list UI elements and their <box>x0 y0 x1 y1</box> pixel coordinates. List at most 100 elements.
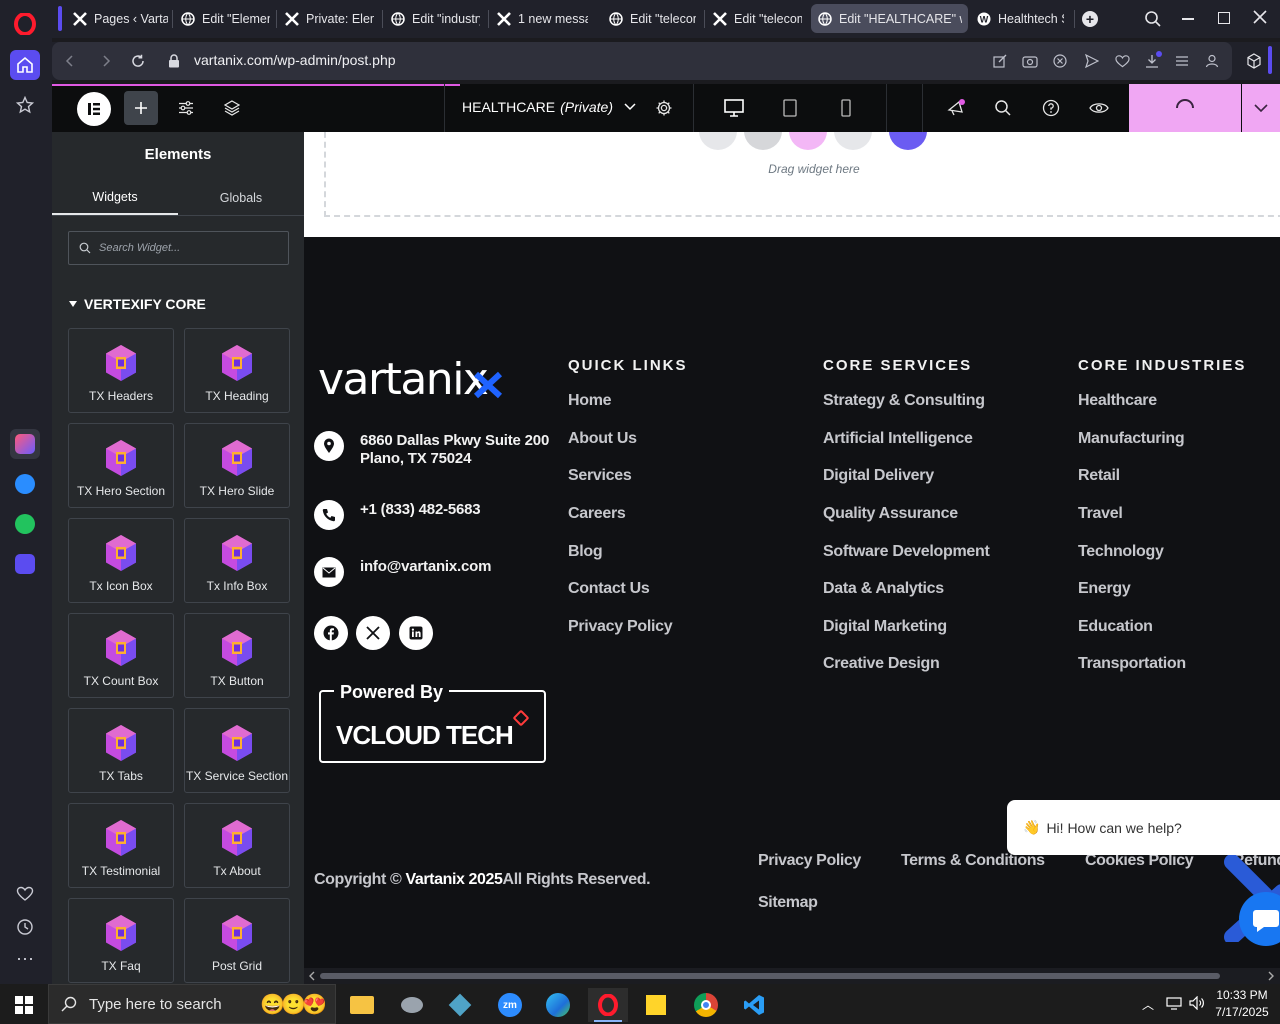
footer-link[interactable]: Healthcare <box>1078 392 1157 410</box>
category-header-vertexify-core[interactable]: VERTEXIFY CORE <box>68 296 206 312</box>
help-icon[interactable] <box>1036 93 1066 123</box>
edge-icon[interactable] <box>538 988 578 1022</box>
tab-6[interactable]: Edit "telecom" <box>706 4 808 33</box>
lock-icon[interactable] <box>164 51 184 71</box>
legal-link-sitemap[interactable]: Sitemap <box>758 894 818 912</box>
tab-7-active[interactable]: Edit "HEALTHCARE" with <box>811 4 968 33</box>
notifications-megaphone-icon[interactable] <box>941 93 971 123</box>
opera-logo-icon[interactable] <box>10 9 40 39</box>
whatsapp-icon[interactable] <box>10 509 40 539</box>
minimize-button[interactable] <box>1182 18 1194 20</box>
star-icon[interactable] <box>10 90 40 120</box>
footer-link[interactable]: Artificial Intelligence <box>823 430 973 448</box>
vartanix-logo[interactable]: vartanix <box>318 354 508 409</box>
footer-link[interactable]: Strategy & Consulting <box>823 392 985 410</box>
more-icon[interactable]: ⋯ <box>10 944 40 974</box>
add-element-button[interactable] <box>124 91 158 125</box>
easy-setup-icon[interactable] <box>1172 51 1192 71</box>
publish-button[interactable] <box>1129 84 1241 132</box>
footer-link[interactable]: Travel <box>1078 505 1123 523</box>
widget-card[interactable]: Post Grid <box>184 898 290 983</box>
footer-link[interactable]: Education <box>1078 618 1153 636</box>
footer-link[interactable]: Data & Analytics <box>823 580 944 598</box>
show-hidden-icons-icon[interactable]: ︿ <box>1142 996 1154 1013</box>
facebook-icon[interactable] <box>314 616 348 650</box>
widget-card[interactable]: TX Service Section <box>184 708 290 793</box>
messenger-icon[interactable] <box>10 469 40 499</box>
url-pill[interactable]: vartanix.com/wp-admin/post.php <box>52 42 1232 80</box>
tab-0[interactable]: Pages ‹ Vartanix <box>66 4 174 33</box>
x-twitter-icon[interactable] <box>356 616 390 650</box>
mobile-view-icon[interactable] <box>831 93 861 123</box>
snipping-tool-icon[interactable] <box>392 988 432 1022</box>
scrollbar-thumb[interactable] <box>320 973 1220 979</box>
zoom-icon[interactable]: zm <box>490 988 530 1022</box>
widget-card[interactable]: TX Hero Section <box>68 423 174 508</box>
windows-start-icon[interactable] <box>15 996 33 1019</box>
aria-icon[interactable] <box>10 429 40 459</box>
tab-5[interactable]: Edit "telecom" <box>602 4 702 33</box>
widget-card[interactable]: Tx About <box>184 803 290 888</box>
footer-link[interactable]: Blog <box>568 543 603 561</box>
page-title-dropdown[interactable]: HEALTHCARE (Private) <box>462 99 636 115</box>
phone-text[interactable]: +1 (833) 482-5683 <box>360 501 481 519</box>
footer-link[interactable]: Retail <box>1078 467 1120 485</box>
site-settings-sliders-icon[interactable] <box>171 93 201 123</box>
vcloud-tech-logo[interactable]: VCLOUD TECH <box>336 720 514 751</box>
widget-card[interactable]: TX Headers <box>68 328 174 413</box>
taskbar-search-box[interactable]: Type here to search 😄🙂😍 <box>48 984 336 1024</box>
widget-card[interactable]: TX Button <box>184 613 290 698</box>
phone-row[interactable]: +1 (833) 482-5683 <box>314 500 481 530</box>
home-icon[interactable] <box>10 50 40 80</box>
structure-layers-icon[interactable] <box>217 93 247 123</box>
download-icon[interactable] <box>1142 51 1162 71</box>
edit-icon[interactable] <box>990 51 1010 71</box>
network-icon[interactable] <box>1166 996 1182 1015</box>
bookmark-heart-icon[interactable] <box>1112 51 1132 71</box>
heart-icon[interactable] <box>10 879 40 909</box>
footer-link[interactable]: Privacy Policy <box>568 618 673 636</box>
camera-icon[interactable] <box>1020 51 1040 71</box>
file-explorer-icon[interactable] <box>342 988 382 1022</box>
app-diamond-icon[interactable] <box>440 988 480 1022</box>
footer-link[interactable]: Quality Assurance <box>823 505 958 523</box>
tab-4[interactable]: 1 new message <box>490 4 594 33</box>
horizontal-scrollbar[interactable] <box>304 968 1280 984</box>
elementor-logo-icon[interactable] <box>77 92 111 126</box>
desktop-view-icon[interactable] <box>719 93 749 123</box>
widget-card[interactable]: TX Testimonial <box>68 803 174 888</box>
publish-options-button[interactable] <box>1242 84 1280 132</box>
search-tabs-icon[interactable] <box>1144 10 1162 33</box>
footer-link[interactable]: Services <box>568 467 632 485</box>
widget-card[interactable]: Tx Info Box <box>184 518 290 603</box>
close-window-button[interactable] <box>1252 9 1268 30</box>
sticky-notes-icon[interactable] <box>636 988 676 1022</box>
send-icon[interactable] <box>1082 51 1102 71</box>
volume-icon[interactable] <box>1189 995 1205 1015</box>
forward-icon[interactable] <box>96 51 116 71</box>
footer-link[interactable]: Contact Us <box>568 580 650 598</box>
legal-link-privacy[interactable]: Privacy Policy <box>758 852 861 870</box>
finder-search-icon[interactable] <box>988 93 1018 123</box>
tab-widgets[interactable]: Widgets <box>52 180 178 216</box>
widget-card[interactable]: TX Tabs <box>68 708 174 793</box>
restore-button[interactable] <box>1218 12 1230 24</box>
search-widget-box[interactable] <box>68 231 289 265</box>
footer-link[interactable]: Software Development <box>823 543 990 561</box>
footer-link[interactable]: Digital Delivery <box>823 467 934 485</box>
back-icon[interactable] <box>60 51 80 71</box>
tab-1[interactable]: Edit "Elementor" <box>174 4 276 33</box>
widget-card[interactable]: Tx Icon Box <box>68 518 174 603</box>
reload-icon[interactable] <box>128 51 148 71</box>
widget-card[interactable]: TX Heading <box>184 328 290 413</box>
widget-card[interactable]: TX Count Box <box>68 613 174 698</box>
tablet-view-icon[interactable] <box>775 93 805 123</box>
footer-link[interactable]: About Us <box>568 430 637 448</box>
footer-link[interactable]: Technology <box>1078 543 1164 561</box>
email-text[interactable]: info@vartanix.com <box>360 558 491 576</box>
opera-taskbar-icon[interactable] <box>588 988 628 1022</box>
chat-launcher-button[interactable] <box>1239 892 1280 946</box>
chat-greeting-bubble[interactable]: 👋 Hi! How can we help? <box>1007 800 1280 855</box>
history-icon[interactable] <box>10 912 40 942</box>
footer-link[interactable]: Careers <box>568 505 626 523</box>
